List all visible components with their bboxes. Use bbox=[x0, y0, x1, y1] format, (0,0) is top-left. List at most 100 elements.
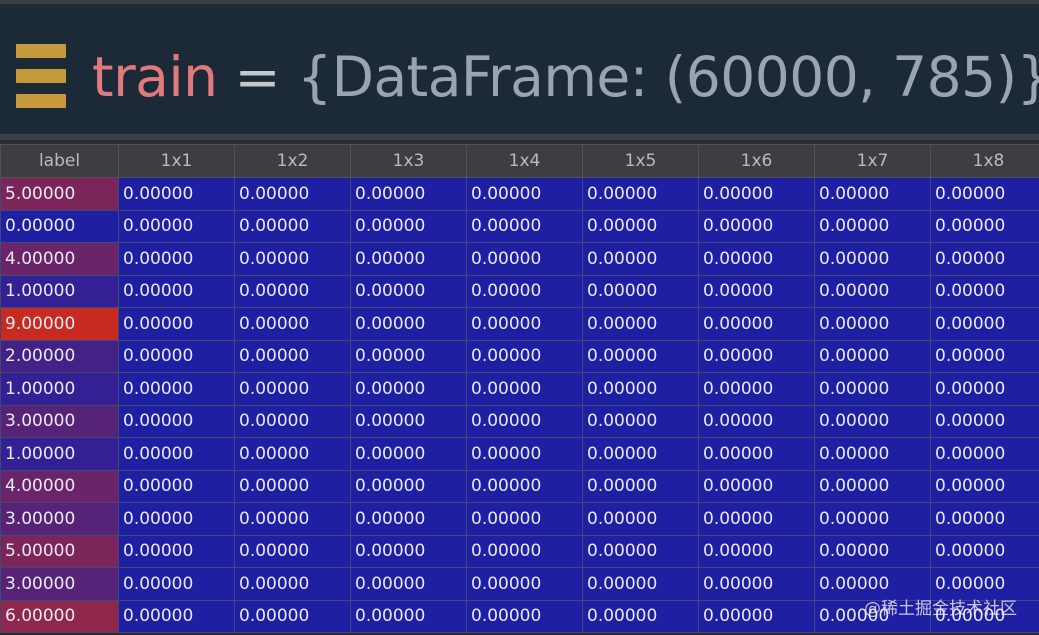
label-cell[interactable]: 3.00000 bbox=[0, 404, 119, 438]
value-cell[interactable]: 0.00000 bbox=[582, 404, 699, 438]
value-cell[interactable]: 0.00000 bbox=[930, 307, 1039, 341]
value-cell[interactable]: 0.00000 bbox=[350, 274, 467, 308]
value-cell[interactable]: 0.00000 bbox=[466, 372, 583, 406]
value-cell[interactable]: 0.00000 bbox=[350, 437, 467, 471]
value-cell[interactable]: 0.00000 bbox=[698, 534, 815, 568]
value-cell[interactable]: 0.00000 bbox=[466, 599, 583, 633]
value-cell[interactable]: 0.00000 bbox=[350, 534, 467, 568]
value-cell[interactable]: 0.00000 bbox=[582, 274, 699, 308]
value-cell[interactable]: 0.00000 bbox=[582, 567, 699, 601]
value-cell[interactable]: 0.00000 bbox=[930, 274, 1039, 308]
value-cell[interactable]: 0.00000 bbox=[814, 437, 931, 471]
value-cell[interactable]: 0.00000 bbox=[698, 599, 815, 633]
value-cell[interactable]: 0.00000 bbox=[698, 177, 815, 211]
value-cell[interactable]: 0.00000 bbox=[930, 372, 1039, 406]
column-header-label[interactable]: label bbox=[0, 144, 119, 178]
value-cell[interactable]: 0.00000 bbox=[582, 437, 699, 471]
value-cell[interactable]: 0.00000 bbox=[118, 177, 235, 211]
value-cell[interactable]: 0.00000 bbox=[234, 567, 351, 601]
value-cell[interactable]: 0.00000 bbox=[698, 567, 815, 601]
value-cell[interactable]: 0.00000 bbox=[118, 307, 235, 341]
value-cell[interactable]: 0.00000 bbox=[118, 534, 235, 568]
value-cell[interactable]: 0.00000 bbox=[234, 209, 351, 243]
value-cell[interactable]: 0.00000 bbox=[582, 307, 699, 341]
value-cell[interactable]: 0.00000 bbox=[234, 502, 351, 536]
value-cell[interactable]: 0.00000 bbox=[234, 534, 351, 568]
label-cell[interactable]: 0.00000 bbox=[0, 209, 119, 243]
data-grid-container[interactable]: label 1x1 1x2 1x3 1x4 1x5 1x6 1x7 1x8 5.00000 0.0… bbox=[0, 144, 1039, 635]
value-cell[interactable]: 0.00000 bbox=[350, 339, 467, 373]
value-cell[interactable]: 0.00000 bbox=[234, 372, 351, 406]
value-cell[interactable]: 0.00000 bbox=[814, 307, 931, 341]
value-cell[interactable]: 0.00000 bbox=[118, 567, 235, 601]
value-cell[interactable]: 0.00000 bbox=[582, 599, 699, 633]
value-cell[interactable]: 0.00000 bbox=[814, 177, 931, 211]
value-cell[interactable]: 0.00000 bbox=[350, 177, 467, 211]
value-cell[interactable]: 0.00000 bbox=[814, 274, 931, 308]
value-cell[interactable]: 0.00000 bbox=[930, 242, 1039, 276]
value-cell[interactable]: 0.00000 bbox=[234, 599, 351, 633]
value-cell[interactable]: 0.00000 bbox=[466, 437, 583, 471]
value-cell[interactable]: 0.00000 bbox=[234, 274, 351, 308]
column-header-1x2[interactable]: 1x2 bbox=[234, 144, 351, 178]
value-cell[interactable]: 0.00000 bbox=[466, 339, 583, 373]
value-cell[interactable]: 0.00000 bbox=[118, 599, 235, 633]
label-cell[interactable]: 1.00000 bbox=[0, 274, 119, 308]
value-cell[interactable]: 0.00000 bbox=[466, 534, 583, 568]
label-cell[interactable]: 5.00000 bbox=[0, 177, 119, 211]
value-cell[interactable]: 0.00000 bbox=[350, 307, 467, 341]
value-cell[interactable]: 0.00000 bbox=[930, 534, 1039, 568]
value-cell[interactable]: 0.00000 bbox=[234, 404, 351, 438]
value-cell[interactable]: 0.00000 bbox=[350, 209, 467, 243]
label-cell[interactable]: 3.00000 bbox=[0, 567, 119, 601]
value-cell[interactable]: 0.00000 bbox=[930, 177, 1039, 211]
column-header-1x6[interactable]: 1x6 bbox=[698, 144, 815, 178]
value-cell[interactable]: 0.00000 bbox=[466, 404, 583, 438]
value-cell[interactable]: 0.00000 bbox=[234, 437, 351, 471]
value-cell[interactable]: 0.00000 bbox=[814, 339, 931, 373]
value-cell[interactable]: 0.00000 bbox=[582, 339, 699, 373]
value-cell[interactable]: 0.00000 bbox=[466, 567, 583, 601]
value-cell[interactable]: 0.00000 bbox=[814, 242, 931, 276]
value-cell[interactable]: 0.00000 bbox=[814, 502, 931, 536]
label-cell[interactable]: 5.00000 bbox=[0, 534, 119, 568]
label-cell[interactable]: 4.00000 bbox=[0, 242, 119, 276]
value-cell[interactable]: 0.00000 bbox=[118, 274, 235, 308]
value-cell[interactable]: 0.00000 bbox=[234, 339, 351, 373]
value-cell[interactable]: 0.00000 bbox=[350, 242, 467, 276]
column-header-1x3[interactable]: 1x3 bbox=[350, 144, 467, 178]
value-cell[interactable]: 0.00000 bbox=[350, 599, 467, 633]
label-cell[interactable]: 9.00000 bbox=[0, 307, 119, 341]
value-cell[interactable]: 0.00000 bbox=[698, 469, 815, 503]
value-cell[interactable]: 0.00000 bbox=[930, 437, 1039, 471]
value-cell[interactable]: 0.00000 bbox=[118, 209, 235, 243]
value-cell[interactable]: 0.00000 bbox=[350, 372, 467, 406]
value-cell[interactable]: 0.00000 bbox=[930, 209, 1039, 243]
value-cell[interactable]: 0.00000 bbox=[814, 534, 931, 568]
value-cell[interactable]: 0.00000 bbox=[814, 372, 931, 406]
value-cell[interactable]: 0.00000 bbox=[698, 372, 815, 406]
value-cell[interactable]: 0.00000 bbox=[814, 404, 931, 438]
value-cell[interactable]: 0.00000 bbox=[930, 404, 1039, 438]
value-cell[interactable]: 0.00000 bbox=[118, 372, 235, 406]
value-cell[interactable]: 0.00000 bbox=[582, 177, 699, 211]
value-cell[interactable]: 0.00000 bbox=[350, 404, 467, 438]
value-cell[interactable]: 0.00000 bbox=[698, 404, 815, 438]
value-cell[interactable]: 0.00000 bbox=[698, 502, 815, 536]
label-cell[interactable]: 4.00000 bbox=[0, 469, 119, 503]
value-cell[interactable]: 0.00000 bbox=[234, 177, 351, 211]
column-header-1x7[interactable]: 1x7 bbox=[814, 144, 931, 178]
value-cell[interactable]: 0.00000 bbox=[698, 209, 815, 243]
value-cell[interactable]: 0.00000 bbox=[466, 242, 583, 276]
value-cell[interactable]: 0.00000 bbox=[118, 502, 235, 536]
value-cell[interactable]: 0.00000 bbox=[930, 502, 1039, 536]
value-cell[interactable]: 0.00000 bbox=[814, 209, 931, 243]
value-cell[interactable]: 0.00000 bbox=[582, 242, 699, 276]
value-cell[interactable]: 0.00000 bbox=[930, 339, 1039, 373]
value-cell[interactable]: 0.00000 bbox=[698, 274, 815, 308]
column-header-1x4[interactable]: 1x4 bbox=[466, 144, 583, 178]
value-cell[interactable]: 0.00000 bbox=[234, 242, 351, 276]
value-cell[interactable]: 0.00000 bbox=[466, 209, 583, 243]
value-cell[interactable]: 0.00000 bbox=[698, 307, 815, 341]
value-cell[interactable]: 0.00000 bbox=[582, 469, 699, 503]
